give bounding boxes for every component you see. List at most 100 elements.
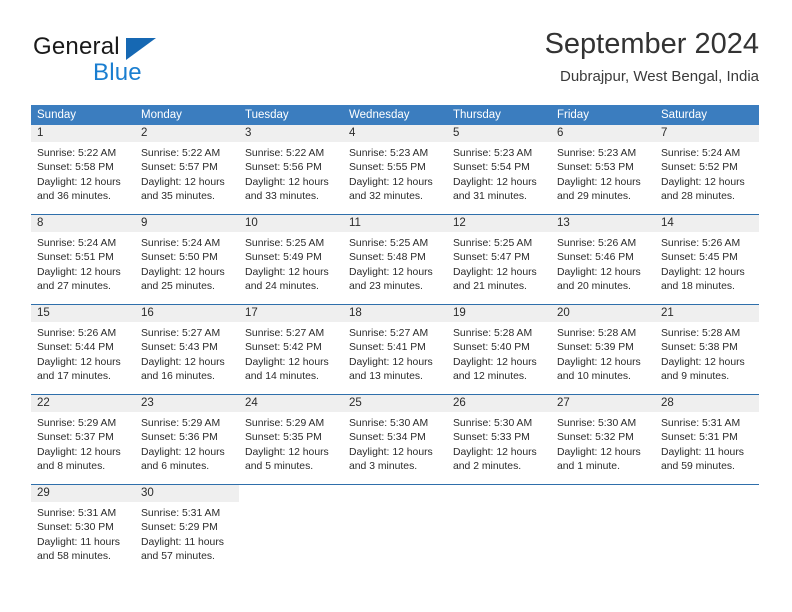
day-number-band: 15	[31, 305, 135, 322]
calendar-day-cell[interactable]: 23 Sunrise: 5:29 AM Sunset: 5:36 PM Dayligh…	[135, 395, 239, 477]
daylight-text-line2: and 29 minutes.	[557, 190, 631, 202]
calendar-day-cell[interactable]: 27 Sunrise: 5:30 AM Sunset: 5:32 PM Dayligh…	[551, 395, 655, 477]
calendar-day-cell[interactable]: 11 Sunrise: 5:25 AM Sunset: 5:48 PM Dayligh…	[343, 215, 447, 297]
calendar-day-cell[interactable]: 15 Sunrise: 5:26 AM Sunset: 5:44 PM Dayligh…	[31, 305, 135, 387]
general-blue-logo[interactable]: General Blue	[33, 33, 263, 89]
calendar-day-cell[interactable]: 20 Sunrise: 5:28 AM Sunset: 5:39 PM Dayligh…	[551, 305, 655, 387]
calendar-day-cell[interactable]: 4 Sunrise: 5:23 AM Sunset: 5:55 PM Daylight…	[343, 125, 447, 207]
sunset-text: Sunset: 5:56 PM	[245, 162, 322, 174]
sunrise-text: Sunrise: 5:27 AM	[141, 328, 221, 339]
day-number-band: 28	[655, 395, 759, 412]
daylight-text-line1: Daylight: 12 hours	[37, 446, 121, 458]
calendar-day-cell[interactable]: 12 Sunrise: 5:25 AM Sunset: 5:47 PM Dayligh…	[447, 215, 551, 297]
day-details: Sunrise: 5:29 AM Sunset: 5:37 PM Daylight:…	[31, 412, 135, 474]
daylight-text-line1: Daylight: 12 hours	[141, 176, 225, 188]
sunset-text: Sunset: 5:35 PM	[245, 432, 322, 444]
calendar-day-cell[interactable]: 5 Sunrise: 5:23 AM Sunset: 5:54 PM Daylight…	[447, 125, 551, 207]
sunrise-text: Sunrise: 5:31 AM	[37, 508, 117, 519]
calendar-day-cell[interactable]: 30 Sunrise: 5:31 AM Sunset: 5:29 PM Dayligh…	[135, 485, 239, 567]
calendar-day-cell[interactable]: 24 Sunrise: 5:29 AM Sunset: 5:35 PM Dayligh…	[239, 395, 343, 477]
daylight-text-line1: Daylight: 12 hours	[245, 176, 329, 188]
calendar-day-cell[interactable]: 26 Sunrise: 5:30 AM Sunset: 5:33 PM Dayligh…	[447, 395, 551, 477]
sunrise-text: Sunrise: 5:25 AM	[349, 238, 429, 249]
sunrise-text: Sunrise: 5:29 AM	[245, 418, 325, 429]
calendar-day-cell[interactable]: 21 Sunrise: 5:28 AM Sunset: 5:38 PM Dayligh…	[655, 305, 759, 387]
daylight-text-line1: Daylight: 12 hours	[141, 266, 225, 278]
day-details: Sunrise: 5:31 AM Sunset: 5:29 PM Daylight:…	[135, 502, 239, 564]
calendar-day-cell[interactable]: 3 Sunrise: 5:22 AM Sunset: 5:56 PM Daylight…	[239, 125, 343, 207]
sunset-text: Sunset: 5:47 PM	[453, 252, 530, 264]
daylight-text-line2: and 36 minutes.	[37, 190, 111, 202]
calendar-day-cell[interactable]: 25 Sunrise: 5:30 AM Sunset: 5:34 PM Dayligh…	[343, 395, 447, 477]
daylight-text-line2: and 6 minutes.	[141, 460, 210, 472]
calendar-day-cell[interactable]: 17 Sunrise: 5:27 AM Sunset: 5:42 PM Dayligh…	[239, 305, 343, 387]
calendar-day-cell-empty	[239, 485, 343, 567]
day-number: 18	[349, 307, 362, 319]
daylight-text-line1: Daylight: 12 hours	[453, 266, 537, 278]
day-details: Sunrise: 5:28 AM Sunset: 5:39 PM Daylight:…	[551, 322, 655, 384]
day-details: Sunrise: 5:25 AM Sunset: 5:47 PM Daylight:…	[447, 232, 551, 294]
calendar-day-cell[interactable]: 28 Sunrise: 5:31 AM Sunset: 5:31 PM Dayligh…	[655, 395, 759, 477]
day-number: 1	[37, 127, 44, 139]
calendar-day-cell[interactable]: 16 Sunrise: 5:27 AM Sunset: 5:43 PM Dayligh…	[135, 305, 239, 387]
daylight-text-line1: Daylight: 12 hours	[453, 356, 537, 368]
day-number-band: 24	[239, 395, 343, 412]
calendar-day-cell[interactable]: 7 Sunrise: 5:24 AM Sunset: 5:52 PM Daylight…	[655, 125, 759, 207]
calendar-day-cell[interactable]: 6 Sunrise: 5:23 AM Sunset: 5:53 PM Daylight…	[551, 125, 655, 207]
calendar-day-cell[interactable]: 13 Sunrise: 5:26 AM Sunset: 5:46 PM Dayligh…	[551, 215, 655, 297]
calendar-day-cell[interactable]: 1 Sunrise: 5:22 AM Sunset: 5:58 PM Daylight…	[31, 125, 135, 207]
calendar-day-cell[interactable]: 10 Sunrise: 5:25 AM Sunset: 5:49 PM Dayligh…	[239, 215, 343, 297]
calendar-week-cells: 29 Sunrise: 5:31 AM Sunset: 5:30 PM Dayligh…	[31, 485, 759, 567]
sunset-text: Sunset: 5:37 PM	[37, 432, 114, 444]
day-number-band: 4	[343, 125, 447, 142]
day-number: 24	[245, 397, 258, 409]
calendar-day-cell[interactable]: 2 Sunrise: 5:22 AM Sunset: 5:57 PM Daylight…	[135, 125, 239, 207]
day-number-band: 7	[655, 125, 759, 142]
sunrise-text: Sunrise: 5:30 AM	[349, 418, 429, 429]
daylight-text-line2: and 59 minutes.	[661, 460, 735, 472]
calendar-day-cell[interactable]: 29 Sunrise: 5:31 AM Sunset: 5:30 PM Dayligh…	[31, 485, 135, 567]
sunset-text: Sunset: 5:58 PM	[37, 162, 114, 174]
title-block: September 2024 Dubrajpur, West Bengal, I…	[545, 27, 759, 86]
daylight-text-line2: and 28 minutes.	[661, 190, 735, 202]
daylight-text-line1: Daylight: 12 hours	[37, 356, 121, 368]
sunrise-text: Sunrise: 5:26 AM	[37, 328, 117, 339]
day-number-band	[655, 485, 759, 502]
day-number-band: 1	[31, 125, 135, 142]
page-subtitle-location: Dubrajpur, West Bengal, India	[559, 68, 759, 85]
day-number-band: 11	[343, 215, 447, 232]
sunset-text: Sunset: 5:34 PM	[349, 432, 426, 444]
day-number: 4	[349, 127, 356, 139]
daylight-text-line1: Daylight: 12 hours	[661, 356, 745, 368]
day-number-band: 13	[551, 215, 655, 232]
calendar-day-cell[interactable]: 19 Sunrise: 5:28 AM Sunset: 5:40 PM Dayligh…	[447, 305, 551, 387]
calendar-day-cell-empty	[343, 485, 447, 567]
day-number: 8	[37, 217, 44, 229]
sunrise-text: Sunrise: 5:22 AM	[245, 148, 325, 159]
sunrise-text: Sunrise: 5:30 AM	[557, 418, 637, 429]
day-number: 11	[349, 217, 361, 229]
sunset-text: Sunset: 5:33 PM	[453, 432, 530, 444]
day-details: Sunrise: 5:30 AM Sunset: 5:33 PM Daylight:…	[447, 412, 551, 474]
calendar-day-cell[interactable]: 22 Sunrise: 5:29 AM Sunset: 5:37 PM Dayligh…	[31, 395, 135, 477]
day-details: Sunrise: 5:28 AM Sunset: 5:38 PM Daylight:…	[655, 322, 759, 384]
day-number-band: 10	[239, 215, 343, 232]
day-number-band: 14	[655, 215, 759, 232]
sunset-text: Sunset: 5:39 PM	[557, 342, 634, 354]
daylight-text-line2: and 23 minutes.	[349, 280, 423, 292]
calendar-day-cell[interactable]: 18 Sunrise: 5:27 AM Sunset: 5:41 PM Dayligh…	[343, 305, 447, 387]
calendar-day-cell[interactable]: 9 Sunrise: 5:24 AM Sunset: 5:50 PM Daylight…	[135, 215, 239, 297]
day-details: Sunrise: 5:29 AM Sunset: 5:36 PM Daylight:…	[135, 412, 239, 474]
daylight-text-line1: Daylight: 12 hours	[661, 266, 745, 278]
daylight-text-line1: Daylight: 12 hours	[245, 356, 329, 368]
sunrise-text: Sunrise: 5:22 AM	[37, 148, 117, 159]
calendar-day-cell[interactable]: 14 Sunrise: 5:26 AM Sunset: 5:45 PM Dayligh…	[655, 215, 759, 297]
daylight-text-line2: and 58 minutes.	[37, 550, 111, 562]
day-details: Sunrise: 5:22 AM Sunset: 5:57 PM Daylight:…	[135, 142, 239, 204]
day-number: 17	[245, 307, 258, 319]
calendar-day-cell[interactable]: 8 Sunrise: 5:24 AM Sunset: 5:51 PM Daylight…	[31, 215, 135, 297]
daylight-text-line2: and 5 minutes.	[245, 460, 314, 472]
day-details: Sunrise: 5:27 AM Sunset: 5:43 PM Daylight:…	[135, 322, 239, 384]
sunset-text: Sunset: 5:38 PM	[661, 342, 738, 354]
day-number-band: 27	[551, 395, 655, 412]
